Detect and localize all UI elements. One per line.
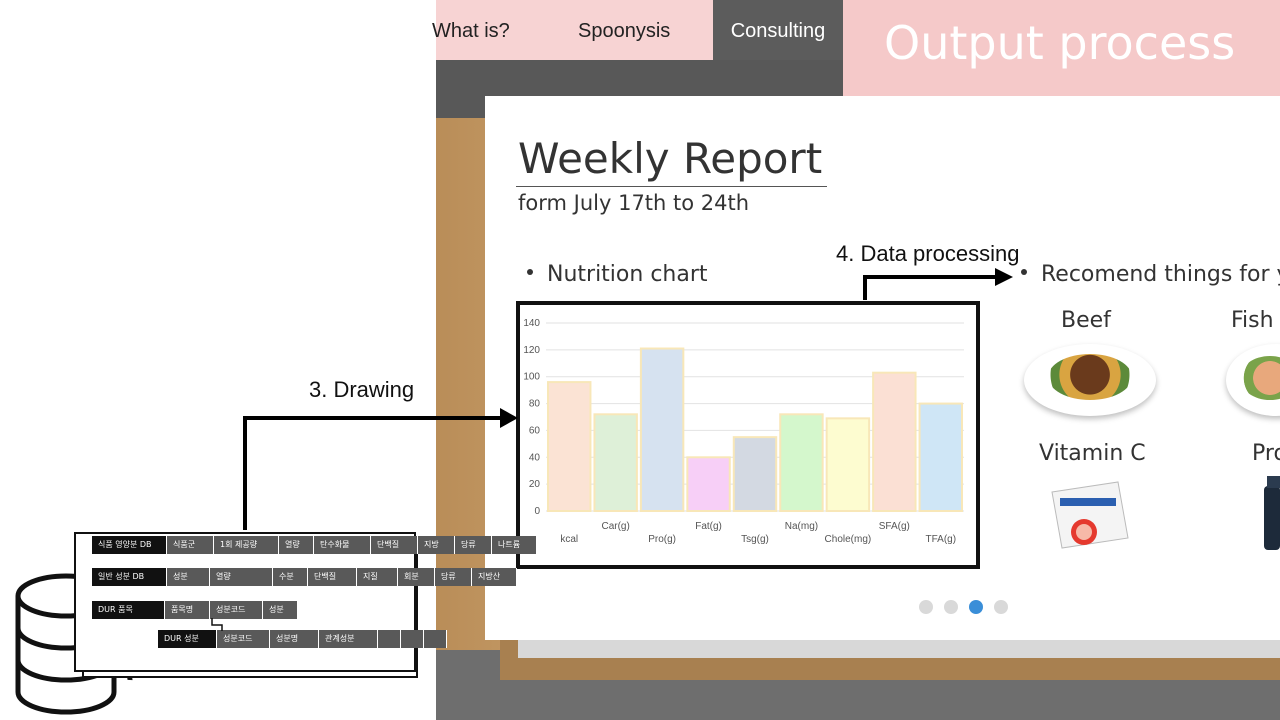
table-field-cell: 단백질 (371, 536, 418, 554)
annotation-drawing: 3. Drawing (309, 377, 415, 402)
table-field-cell: 열량 (210, 568, 273, 586)
annotation-data-processing: 4. Data processing (836, 241, 1020, 266)
table-field-cell (401, 630, 424, 648)
table-field-cell (378, 630, 401, 648)
table-field-cell: 식품군 (167, 536, 214, 554)
table-field-cell: 수분 (273, 568, 308, 586)
table-field-cell: 성분 (263, 601, 298, 619)
table-name-cell: DUR 성분 (158, 630, 217, 648)
table-field-cell: 성분 (167, 568, 210, 586)
table-field-cell: 지방산 (472, 568, 517, 586)
table-field-cell: 성분명 (270, 630, 319, 648)
table-row-general-component: 일반 성분 DB 성분 열량 수분 단백질 지질 회분 당류 지방산 (92, 568, 517, 586)
table-row-food-nutrition: 식품 영양분 DB 식품군 1회 제공량 열량 탄수화물 단백질 지방 당류 나트륨 (92, 536, 537, 554)
table-field-cell: 단백질 (308, 568, 357, 586)
table-field-cell: 관계성분 (319, 630, 378, 648)
table-field-cell (424, 630, 447, 648)
table-row-dur-component: DUR 성분 성분코드 성분명 관계성분 (158, 630, 447, 648)
table-field-cell: 나트륨 (492, 536, 537, 554)
table-name-cell: 식품 영양분 DB (92, 536, 167, 554)
table-row-dur-item: DUR 품목 품목명 성분코드 성분 (92, 601, 298, 619)
table-field-cell: 지질 (357, 568, 398, 586)
table-link-connector (211, 618, 223, 631)
table-name-cell: DUR 품목 (92, 601, 165, 619)
table-field-cell: 당류 (455, 536, 492, 554)
table-field-cell: 탄수화물 (314, 536, 371, 554)
table-field-cell: 지방 (418, 536, 455, 554)
table-field-cell: 품목명 (165, 601, 210, 619)
table-field-cell: 당류 (435, 568, 472, 586)
table-field-cell: 성분코드 (217, 630, 270, 648)
table-name-cell: 일반 성분 DB (92, 568, 167, 586)
table-field-cell: 회분 (398, 568, 435, 586)
table-field-cell: 열량 (279, 536, 314, 554)
table-field-cell: 성분코드 (210, 601, 263, 619)
table-field-cell: 1회 제공량 (214, 536, 279, 554)
